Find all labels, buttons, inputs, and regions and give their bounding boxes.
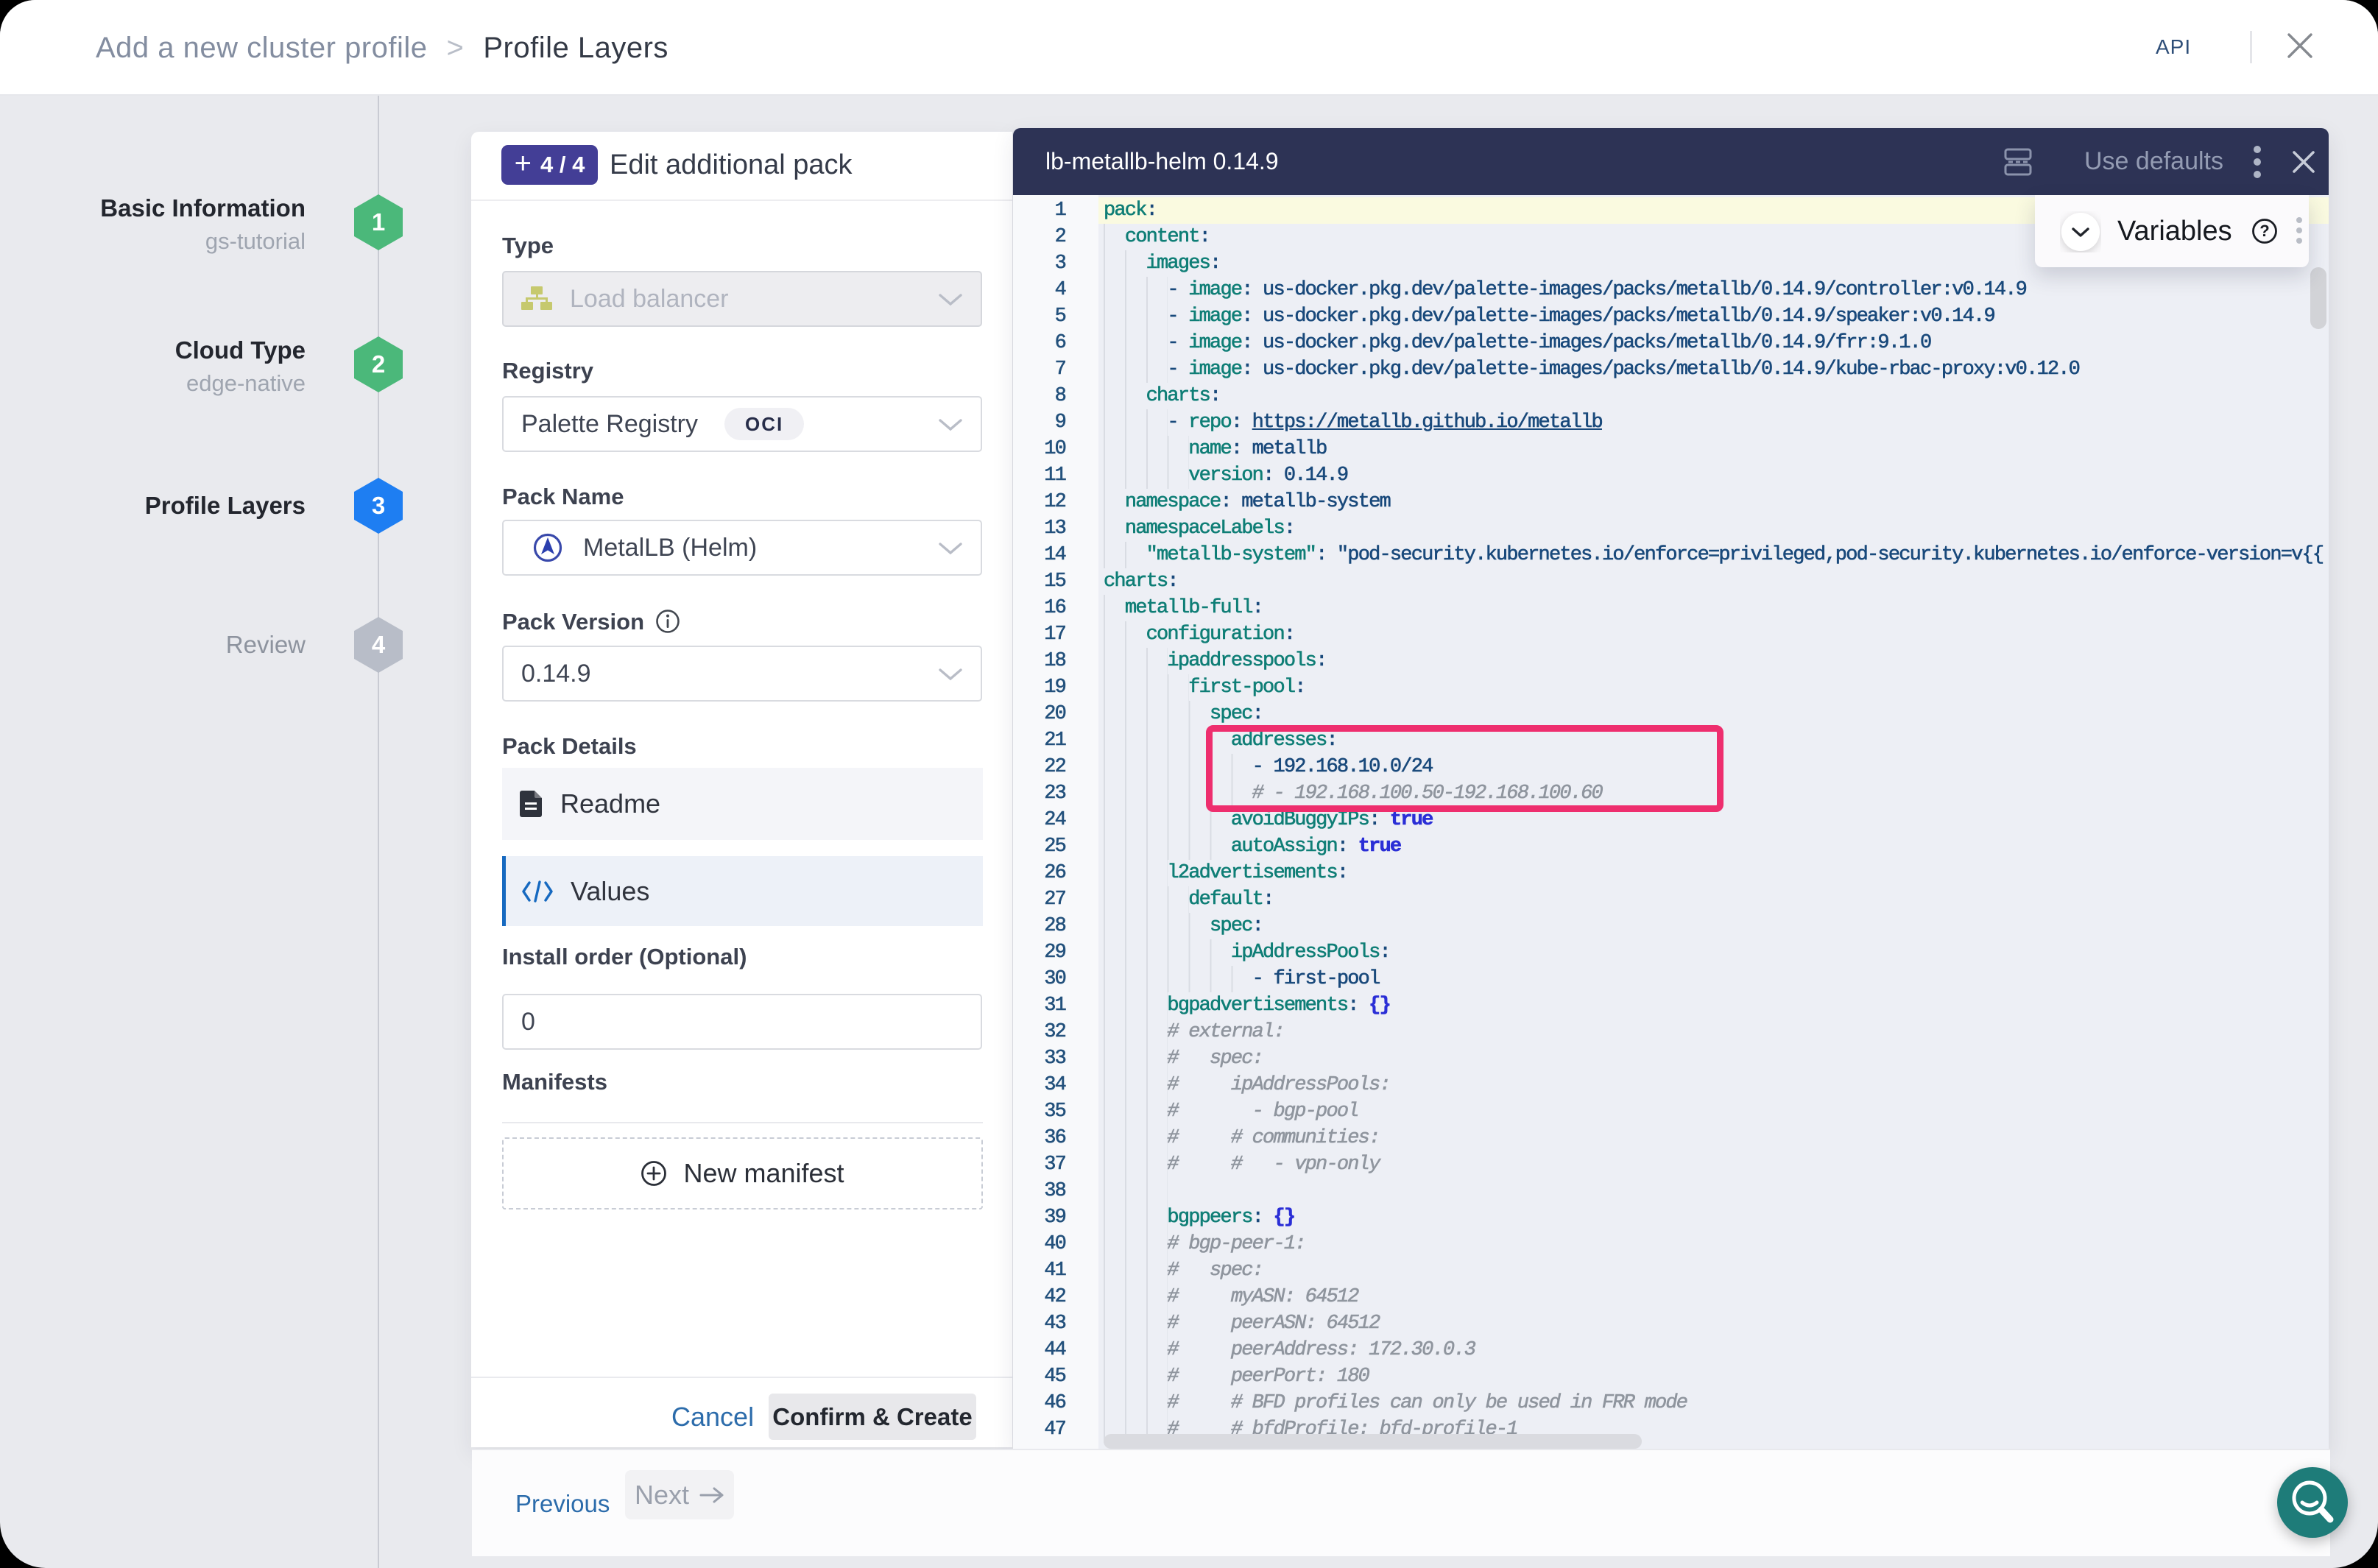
svg-text:?: ? bbox=[2259, 222, 2269, 240]
